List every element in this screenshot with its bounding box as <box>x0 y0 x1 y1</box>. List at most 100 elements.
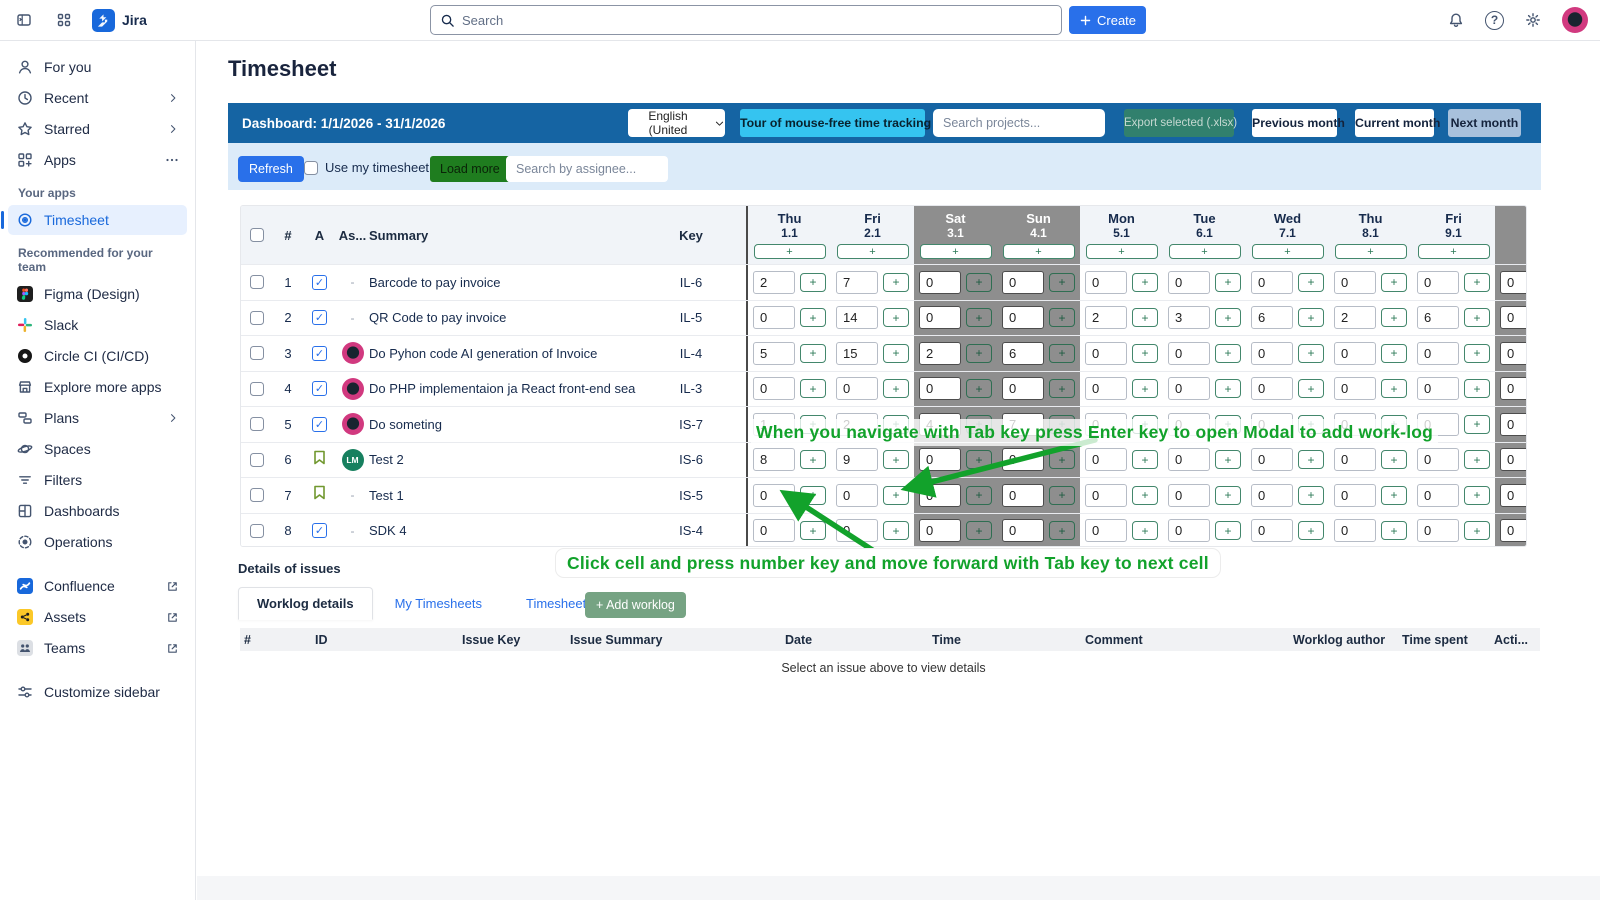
time-cell-input[interactable] <box>1334 377 1376 401</box>
sidebar-item-teams[interactable]: Teams <box>8 633 187 663</box>
language-select[interactable]: English (United <box>628 109 725 137</box>
day-add-worklog-button[interactable]: + <box>1085 244 1158 259</box>
issue-key[interactable]: IS-6 <box>636 443 746 478</box>
cell-add-worklog-button[interactable]: + <box>1049 308 1075 328</box>
issue-key[interactable]: IS-4 <box>636 514 746 547</box>
chevron-right-icon[interactable] <box>167 123 179 135</box>
cell-add-worklog-button[interactable]: + <box>800 343 826 363</box>
time-cell-input[interactable] <box>753 341 795 365</box>
cell-add-worklog-button[interactable]: + <box>1381 272 1407 292</box>
sidebar-item-confluence[interactable]: Confluence <box>8 571 187 601</box>
checkbox-checked-icon[interactable]: ✓ <box>312 416 327 432</box>
sidebar-item-explore-more-apps[interactable]: Explore more apps <box>8 372 187 402</box>
use-my-timesheet-checkbox[interactable] <box>304 160 318 175</box>
previous-month-button[interactable]: Previous month <box>1252 109 1345 137</box>
sidebar-item-plans[interactable]: Plans <box>8 403 187 433</box>
time-cell-input[interactable] <box>1334 270 1376 294</box>
time-cell-input[interactable] <box>1500 341 1526 365</box>
time-cell-input[interactable] <box>1500 306 1526 330</box>
sidebar-item-recent[interactable]: Recent <box>8 83 187 113</box>
time-cell-input[interactable] <box>1002 448 1044 472</box>
cell-add-worklog-button[interactable]: + <box>883 521 909 541</box>
sidebar-item-apps[interactable]: Apps <box>8 145 187 175</box>
time-cell-input[interactable] <box>1002 270 1044 294</box>
export-selected-button[interactable]: Export selected (.xlsx) <box>1124 109 1237 137</box>
issue-summary[interactable]: SDK 4 <box>369 514 636 547</box>
time-cell-input[interactable] <box>1417 341 1459 365</box>
checkbox-checked-icon[interactable]: ✓ <box>312 381 327 397</box>
cell-add-worklog-button[interactable]: + <box>1215 308 1241 328</box>
issue-key[interactable]: IL-3 <box>636 372 746 407</box>
cell-add-worklog-button[interactable]: + <box>1298 521 1324 541</box>
notifications-bell-icon[interactable] <box>1444 8 1468 32</box>
cell-add-worklog-button[interactable]: + <box>800 450 826 470</box>
cell-add-worklog-button[interactable]: + <box>1132 379 1158 399</box>
time-cell-input[interactable] <box>1085 519 1127 543</box>
cell-add-worklog-button[interactable]: + <box>1464 272 1490 292</box>
cell-add-worklog-button[interactable]: + <box>1132 308 1158 328</box>
cell-add-worklog-button[interactable]: + <box>1215 485 1241 505</box>
cell-add-worklog-button[interactable]: + <box>800 272 826 292</box>
time-cell-input[interactable] <box>753 448 795 472</box>
cell-add-worklog-button[interactable]: + <box>883 308 909 328</box>
time-cell-input[interactable] <box>1251 306 1293 330</box>
issue-key[interactable]: IL-4 <box>636 336 746 371</box>
chevron-right-icon[interactable] <box>167 412 179 424</box>
tab-worklog-details[interactable]: Worklog details <box>238 587 373 620</box>
issue-summary[interactable]: QR Code to pay invoice <box>369 301 636 336</box>
cell-add-worklog-button[interactable]: + <box>883 343 909 363</box>
row-checkbox[interactable] <box>250 310 264 325</box>
time-cell-input[interactable] <box>1085 341 1127 365</box>
cell-add-worklog-button[interactable]: + <box>883 272 909 292</box>
cell-add-worklog-button[interactable]: + <box>1464 343 1490 363</box>
day-add-worklog-button[interactable]: + <box>836 244 909 259</box>
issue-key[interactable]: IS-5 <box>636 478 746 513</box>
cell-add-worklog-button[interactable]: + <box>1049 272 1075 292</box>
time-cell-input[interactable] <box>1334 448 1376 472</box>
checkbox-checked-icon[interactable]: ✓ <box>312 310 327 326</box>
jira-home-link[interactable]: Jira <box>92 8 147 32</box>
time-cell-input[interactable] <box>1251 377 1293 401</box>
cell-add-worklog-button[interactable]: + <box>1215 521 1241 541</box>
cell-add-worklog-button[interactable]: + <box>1049 485 1075 505</box>
cell-add-worklog-button[interactable]: + <box>966 343 992 363</box>
cell-add-worklog-button[interactable]: + <box>1464 485 1490 505</box>
time-cell-input[interactable] <box>919 483 961 507</box>
time-cell-input[interactable] <box>836 483 878 507</box>
issue-key[interactable]: IS-7 <box>636 407 746 442</box>
time-cell-input[interactable] <box>753 377 795 401</box>
current-month-button[interactable]: Current month <box>1355 109 1440 137</box>
time-cell-input[interactable] <box>1002 377 1044 401</box>
refresh-button[interactable]: Refresh <box>238 156 304 182</box>
cell-add-worklog-button[interactable]: + <box>1298 485 1324 505</box>
bookmark-icon[interactable] <box>313 450 326 470</box>
issue-key[interactable]: IL-6 <box>636 265 746 300</box>
bookmark-icon[interactable] <box>313 485 326 505</box>
tab-my-timesheets[interactable]: My Timesheets <box>373 596 504 611</box>
time-cell-input[interactable] <box>1085 377 1127 401</box>
cell-add-worklog-button[interactable]: + <box>1381 485 1407 505</box>
time-cell-input[interactable] <box>1168 483 1210 507</box>
issue-summary[interactable]: Do Pyhon code AI generation of Invoice <box>369 336 636 371</box>
select-all-checkbox[interactable] <box>250 228 264 242</box>
cell-add-worklog-button[interactable]: + <box>1049 521 1075 541</box>
issue-summary[interactable]: Do someting <box>369 407 636 442</box>
time-cell-input[interactable] <box>836 448 878 472</box>
time-cell-input[interactable] <box>1500 270 1526 294</box>
cell-add-worklog-button[interactable]: + <box>1298 379 1324 399</box>
row-checkbox[interactable] <box>250 452 264 467</box>
cell-add-worklog-button[interactable]: + <box>1464 308 1490 328</box>
day-add-worklog-button[interactable]: + <box>919 244 992 259</box>
cell-add-worklog-button[interactable]: + <box>883 485 909 505</box>
global-search[interactable] <box>430 5 1062 35</box>
search-assignee-input[interactable] <box>506 156 668 182</box>
search-projects-input[interactable] <box>933 109 1105 137</box>
cell-add-worklog-button[interactable]: + <box>883 450 909 470</box>
time-cell-input[interactable] <box>836 519 878 543</box>
time-cell-input[interactable] <box>919 270 961 294</box>
time-cell-input[interactable] <box>836 270 878 294</box>
time-cell-input[interactable] <box>1417 306 1459 330</box>
time-cell-input[interactable] <box>753 270 795 294</box>
row-checkbox[interactable] <box>250 346 264 361</box>
time-cell-input[interactable] <box>836 377 878 401</box>
